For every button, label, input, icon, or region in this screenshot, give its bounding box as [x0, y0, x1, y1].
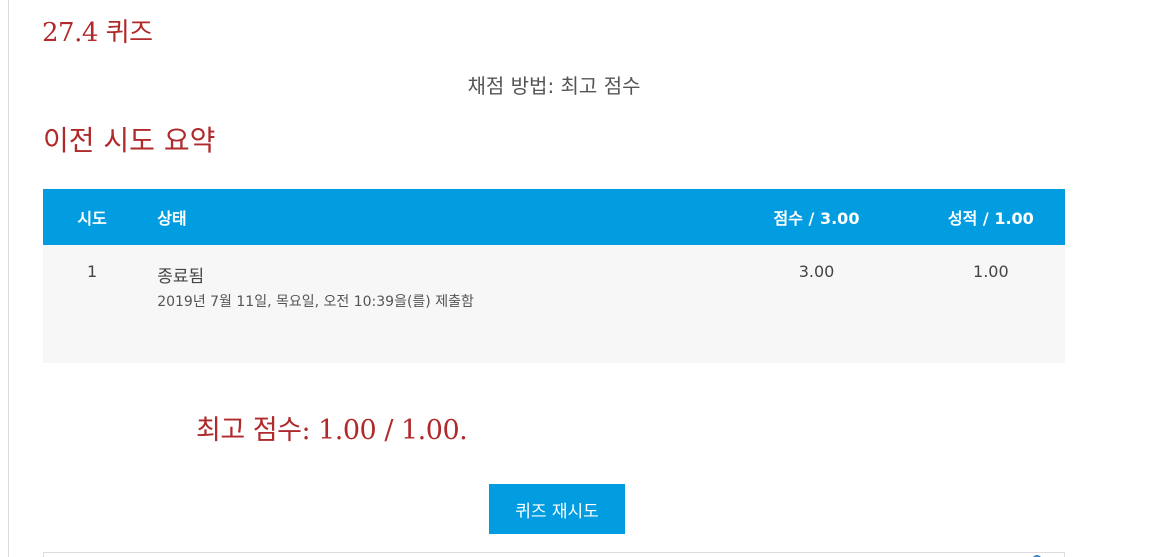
content-left-border	[8, 0, 9, 557]
attempt-submitted-time: 2019년 7월 11일, 목요일, 오전 10:39을(를) 제출함	[157, 294, 474, 310]
column-header-marks: 점수 / 3.00	[773, 209, 860, 228]
retry-quiz-button[interactable]: 퀴즈 재시도	[489, 484, 625, 534]
attempts-table-body: 1 종료됨 2019년 7월 11일, 목요일, 오전 10:39을(를) 제출…	[43, 245, 1065, 363]
attempt-number-cell: 1	[87, 262, 98, 281]
grading-method: 채점 방법: 최고 점수	[467, 74, 641, 98]
attempts-table: 시도 상태 점수 / 3.00 성적 / 1.00 1 종료됨 2019년 7월…	[43, 189, 1065, 363]
status-cell: 종료됨 2019년 7월 11일, 목요일, 오전 10:39을(를) 제출함	[141, 245, 716, 363]
grade-cell: 1.00	[973, 262, 1009, 281]
table-row: 1 종료됨 2019년 7월 11일, 목요일, 오전 10:39을(를) 제출…	[43, 245, 1065, 363]
column-header-status: 상태	[157, 209, 187, 228]
highest-grade: 최고 점수: 1.00 / 1.00.	[196, 415, 468, 446]
bottom-panel	[43, 552, 1065, 557]
attempt-status: 종료됨	[157, 267, 205, 287]
column-header-grade: 성적 / 1.00	[947, 209, 1034, 228]
quiz-page: 27.4 퀴즈 채점 방법: 최고 점수 이전 시도 요약 시도 상태 점수 /…	[0, 0, 1169, 557]
summary-heading: 이전 시도 요약	[43, 124, 216, 157]
marks-cell: 3.00	[798, 262, 835, 281]
quiz-title: 27.4 퀴즈	[42, 18, 153, 48]
column-header-attempt: 시도	[77, 209, 107, 228]
attempts-table-header: 시도 상태 점수 / 3.00 성적 / 1.00	[43, 189, 1065, 245]
header-row: 시도 상태 점수 / 3.00 성적 / 1.00	[43, 189, 1065, 245]
